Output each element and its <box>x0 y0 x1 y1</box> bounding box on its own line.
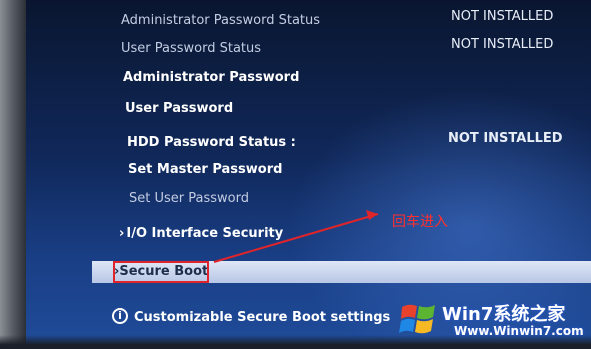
monitor-bezel-bottom <box>0 335 591 349</box>
info-icon: i <box>112 308 128 324</box>
watermark-brand: Win7系统之家 <box>442 304 566 325</box>
annotation-label: 回车进入 <box>392 214 448 230</box>
help-text: i Customizable Secure Boot settings <box>112 308 390 325</box>
bios-screen: Administrator Password Status NOT INSTAL… <box>0 0 591 349</box>
